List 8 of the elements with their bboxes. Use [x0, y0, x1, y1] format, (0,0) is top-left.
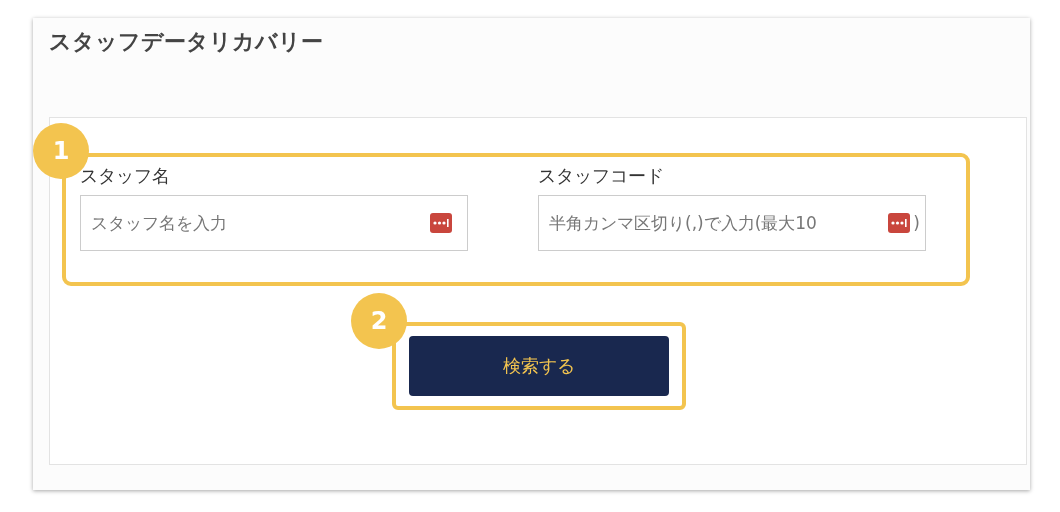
placeholder-tail: )	[913, 212, 920, 234]
page-title: スタッフデータリカバリー	[49, 28, 323, 56]
password-key-icon[interactable]	[430, 213, 452, 233]
field-label: スタッフコード	[538, 164, 664, 188]
step-badge: 2	[351, 293, 407, 349]
search-button[interactable]: 検索する	[409, 336, 669, 396]
input-field[interactable]: スタッフ名を入力	[80, 195, 468, 251]
password-key-icon[interactable]	[888, 213, 910, 233]
